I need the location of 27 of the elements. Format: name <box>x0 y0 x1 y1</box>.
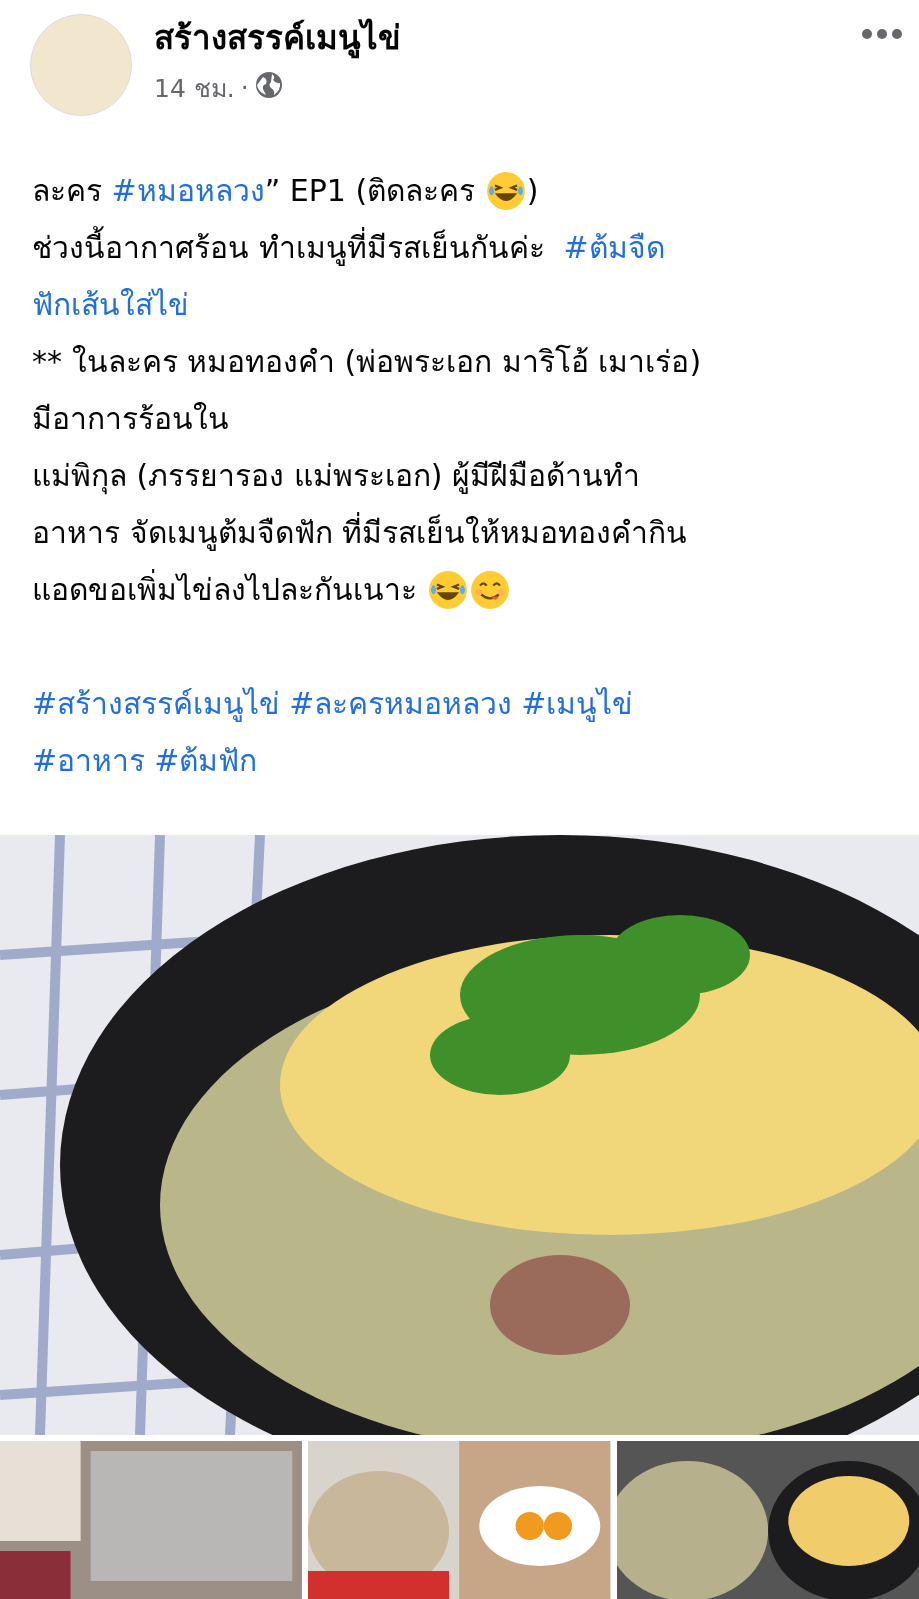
post-text-line: ช่วงนี้อากาศร้อน ทำเมนูที่มีรสเย็นกันค่ะ #ต้มจืด <box>32 219 909 276</box>
globe-icon[interactable] <box>254 70 283 99</box>
hashtag-link[interactable]: #สร้างสรรค์เมนูไข่ <box>32 675 281 732</box>
laughing-emoji-icon <box>485 170 526 211</box>
soup-photo[interactable] <box>616 1441 919 1599</box>
post-time[interactable]: 14 ชม. <box>154 67 235 108</box>
post-text-line: ละคร #หมอหลวง” EP1 (ติดละคร ) <box>32 162 909 219</box>
post-text-line: แม่พิกุล (ภรรยารอง แม่พระเอก) ผู้มีฝีมือด้านทำ <box>32 457 642 497</box>
noodles-photo[interactable] <box>308 1441 611 1599</box>
hashtag-link[interactable]: ฟักเส้นใส่ไข่ <box>32 276 189 333</box>
post-text-line: แอดขอเพิ่มไข่ลงไปละกันเนาะ <box>32 561 909 618</box>
hashtag-link[interactable]: #ละครหมอหลวง <box>289 675 513 732</box>
hashtag-link[interactable]: #ต้มจืด <box>563 219 665 276</box>
post-text-line: ** ในละคร หมอทองคำ (พ่อพระเอก มาริโอ้ เมาเร่อ) <box>32 343 703 381</box>
hashtag-link[interactable]: #ต้มฟัก <box>154 732 258 789</box>
yum-emoji-icon <box>469 569 510 610</box>
post-text-line: อาหาร จัดเมนูต้มจืดฟัก ที่มีรสเย็นให้หมอทองคำกิน <box>32 504 909 561</box>
laughing-emoji-icon <box>427 569 468 610</box>
post-text-line: มีอาการร้อนใน <box>32 400 230 438</box>
hashtag-link[interactable]: #เมนูไข่ <box>521 675 634 732</box>
more-icon[interactable] <box>861 28 903 40</box>
hashtag-link[interactable]: #หมอหลวง <box>111 162 265 219</box>
page-name[interactable]: สร้างสรรค์เมนูไข่ <box>154 10 839 64</box>
soup-bowl-photo[interactable] <box>0 835 919 1435</box>
cooking-photo[interactable] <box>0 1441 303 1599</box>
separator-dot: · <box>240 73 249 102</box>
hashtag-link[interactable]: #อาหาร <box>32 732 146 789</box>
